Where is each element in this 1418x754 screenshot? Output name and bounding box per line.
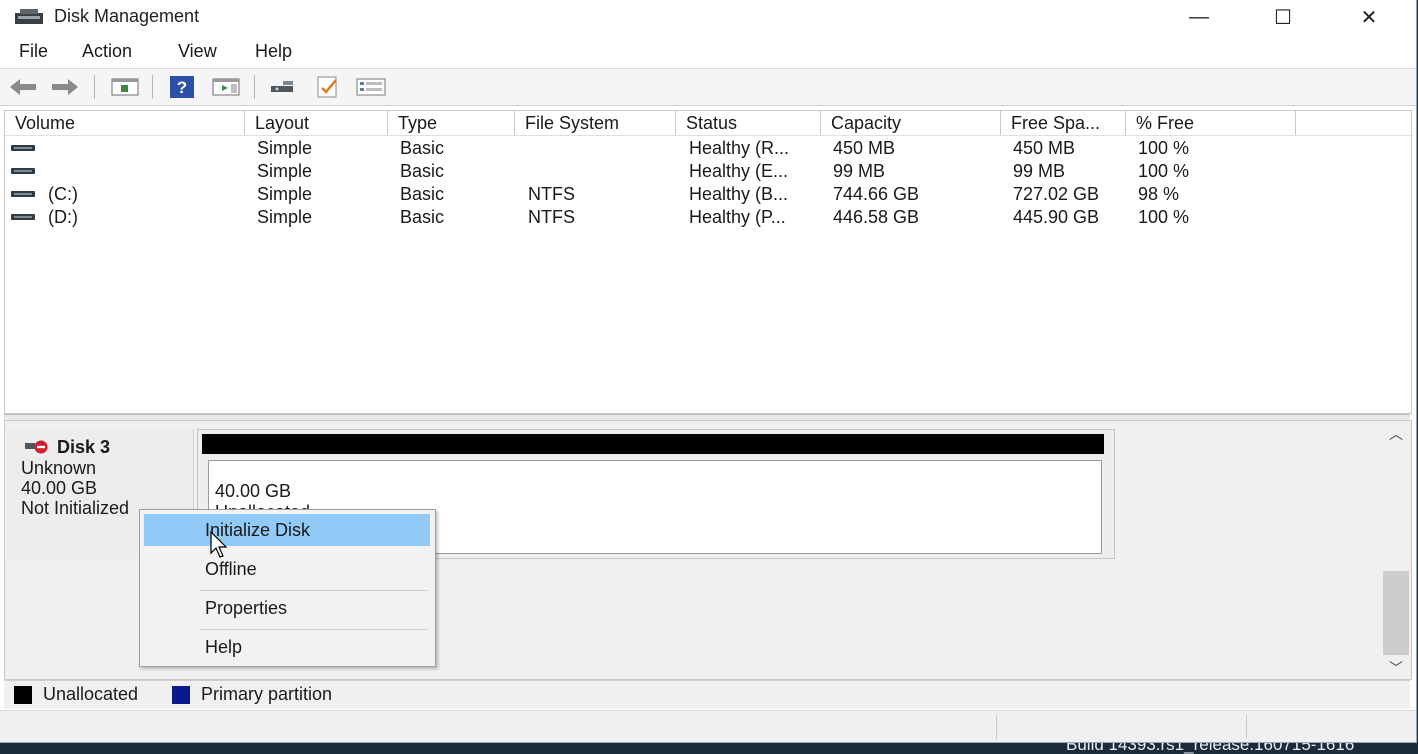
volume-percent-free: 100 % xyxy=(1138,138,1190,158)
maximize-button[interactable]: ☐ xyxy=(1240,0,1326,34)
list-view-button[interactable] xyxy=(356,73,386,101)
help-button[interactable]: ? xyxy=(167,73,197,101)
toolbar: ? xyxy=(0,68,1416,106)
minimize-icon: — xyxy=(1189,5,1209,28)
vertical-scrollbar[interactable]: ︿ ﹀ xyxy=(1381,421,1411,679)
legend-unallocated-swatch xyxy=(14,686,32,704)
status-bar xyxy=(0,710,1416,742)
console-tree-button[interactable] xyxy=(110,73,140,101)
legend-primary-label: Primary partition xyxy=(201,684,333,704)
column-header-percent-free[interactable]: % Free xyxy=(1126,111,1296,135)
volume-status: Healthy (E... xyxy=(689,161,789,181)
console-tree-icon xyxy=(111,78,139,96)
volume-name: (C:) xyxy=(48,184,78,204)
unallocated-bar xyxy=(202,434,1104,454)
volume-status: Healthy (B... xyxy=(689,184,789,204)
menu-item-help[interactable]: Help xyxy=(144,631,430,663)
window-title: Disk Management xyxy=(54,6,200,26)
disk-name: Disk 3 xyxy=(57,437,111,457)
maximize-icon: ☐ xyxy=(1274,6,1292,29)
menu-bar: File Action View Help xyxy=(0,38,1416,66)
volume-free-space: 450 MB xyxy=(1013,138,1076,158)
volume-type: Basic xyxy=(400,161,445,181)
volume-status: Healthy (P... xyxy=(689,207,786,227)
volume-status: Healthy (R... xyxy=(689,138,790,158)
volume-capacity: 99 MB xyxy=(833,161,886,181)
volume-layout: Simple xyxy=(257,138,313,158)
scroll-thumb[interactable] xyxy=(1383,571,1409,655)
volume-free-space: 727.02 GB xyxy=(1013,184,1100,204)
help-icon: ? xyxy=(170,76,194,98)
forward-icon xyxy=(52,79,78,95)
legend-primary-swatch xyxy=(172,686,190,704)
disk-state: Not Initialized xyxy=(21,498,130,518)
close-button[interactable]: ✕ xyxy=(1326,0,1412,34)
volume-capacity: 744.66 GB xyxy=(833,184,920,204)
volume-drive-icon xyxy=(11,168,35,174)
volume-file-system: NTFS xyxy=(528,184,575,204)
menu-item-initialize-disk[interactable]: Initialize Disk xyxy=(144,514,430,546)
close-icon: ✕ xyxy=(1360,6,1378,29)
volume-type: Basic xyxy=(400,138,445,158)
back-button[interactable] xyxy=(8,73,38,101)
volume-free-space: 99 MB xyxy=(1013,161,1066,181)
disk-context-menu: Initialize Disk Offline Properties Help xyxy=(139,509,436,667)
column-header-type[interactable]: Type xyxy=(388,111,515,135)
menu-action[interactable]: Action xyxy=(82,41,132,62)
volume-type: Basic xyxy=(400,184,445,204)
volume-name: (D:) xyxy=(48,207,78,227)
menu-help[interactable]: Help xyxy=(255,41,292,62)
disk-management-window: Disk Management — ☐ ✕ File Action View H… xyxy=(0,0,1417,743)
properties-checklist-icon xyxy=(317,76,337,98)
volume-capacity: 446.58 GB xyxy=(833,207,920,227)
mouse-pointer-icon xyxy=(210,531,228,558)
column-header-capacity[interactable]: Capacity xyxy=(821,111,1001,135)
volume-percent-free: 100 % xyxy=(1138,207,1190,227)
volume-free-space: 445.90 GB xyxy=(1013,207,1100,227)
disk-size: 40.00 GB xyxy=(21,478,98,498)
volume-list: Volume Layout Type File System Status Ca… xyxy=(4,110,1412,414)
volume-layout: Simple xyxy=(257,161,313,181)
scroll-up-icon[interactable]: ︿ xyxy=(1381,423,1411,445)
show-action-pane-icon xyxy=(212,78,240,96)
column-header-layout[interactable]: Layout xyxy=(245,111,388,135)
windows-build-watermark: Build 14393.rs1_release.160715-1616 xyxy=(1066,743,1355,754)
volume-layout: Simple xyxy=(257,207,313,227)
column-header-free-space[interactable]: Free Spa... xyxy=(1001,111,1126,135)
volume-drive-icon xyxy=(11,191,35,197)
show-action-pane-button[interactable] xyxy=(211,73,241,101)
rescan-button[interactable] xyxy=(268,73,298,101)
disk-not-initialized-icon xyxy=(25,440,48,454)
volume-type: Basic xyxy=(400,207,445,227)
volume-file-system: NTFS xyxy=(528,207,575,227)
volume-drive-icon xyxy=(11,214,35,220)
volume-percent-free: 98 % xyxy=(1138,184,1180,204)
volume-percent-free: 100 % xyxy=(1138,161,1190,181)
column-header-volume[interactable]: Volume xyxy=(5,111,245,135)
column-header-status[interactable]: Status xyxy=(676,111,821,135)
partition-size: 40.00 GB xyxy=(215,481,292,501)
desktop-background: Build 14393.rs1_release.160715-1616 xyxy=(0,743,1418,754)
rescan-icon xyxy=(271,81,293,92)
scroll-down-icon[interactable]: ﹀ xyxy=(1381,657,1411,679)
title-bar: Disk Management — ☐ ✕ xyxy=(0,0,1416,34)
legend-unallocated-label: Unallocated xyxy=(43,684,139,704)
minimize-button[interactable]: — xyxy=(1156,0,1242,34)
menu-item-offline[interactable]: Offline xyxy=(144,553,430,585)
column-header-file-system[interactable]: File System xyxy=(515,111,676,135)
menu-view[interactable]: View xyxy=(178,41,217,62)
volume-layout: Simple xyxy=(257,184,313,204)
disk-kind: Unknown xyxy=(21,458,97,478)
back-icon xyxy=(10,79,36,95)
properties-checklist-button[interactable] xyxy=(313,73,343,101)
svg-text:?: ? xyxy=(177,78,187,97)
menu-file[interactable]: File xyxy=(19,41,48,62)
disk-management-app-icon xyxy=(15,9,43,24)
list-view-icon xyxy=(356,78,386,96)
volume-capacity: 450 MB xyxy=(833,138,896,158)
menu-item-properties[interactable]: Properties xyxy=(144,592,430,624)
legend-bar: Unallocated Primary partition xyxy=(4,680,1410,709)
forward-button[interactable] xyxy=(50,73,80,101)
volume-drive-icon xyxy=(11,145,35,151)
